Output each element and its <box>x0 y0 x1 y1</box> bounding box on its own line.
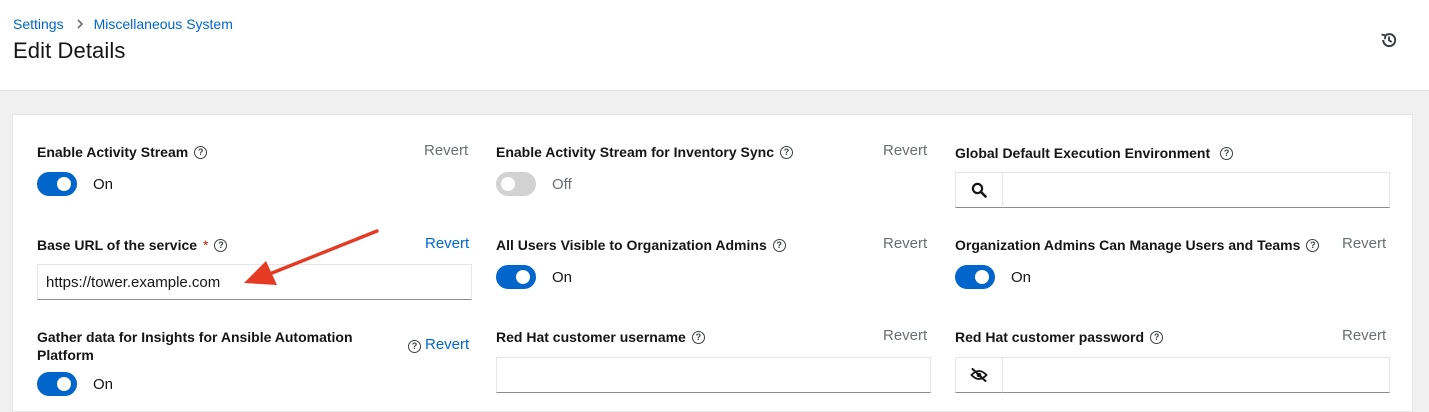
toggle-switch[interactable] <box>37 372 77 396</box>
revert-rh-password[interactable]: Revert <box>1342 327 1386 344</box>
field-label-org-admins-manage: Organization Admins Can Manage Users and… <box>955 236 1320 254</box>
history-icon <box>1381 33 1397 48</box>
settings-form-card: Enable Activity Stream ? Revert On Enabl… <box>12 114 1413 412</box>
toggle-users-visible[interactable]: On <box>496 265 572 289</box>
breadcrumb-current-link[interactable]: Miscellaneous System <box>94 16 233 32</box>
revert-rh-username[interactable]: Revert <box>883 327 927 344</box>
toggle-state-label: On <box>552 268 573 286</box>
field-label-global-ee: Global Default Execution Environment ? <box>955 144 1234 162</box>
base-url-input[interactable]: https://tower.example.com <box>37 264 472 300</box>
field-label-base-url: Base URL of the service * ? <box>37 236 228 254</box>
rh-password-group <box>955 357 1390 393</box>
help-icon[interactable]: ? <box>691 330 705 344</box>
toggle-activity-stream-inventory[interactable]: Off <box>496 172 572 196</box>
revert-activity-stream-inventory[interactable]: Revert <box>883 142 927 159</box>
toggle-insights[interactable]: On <box>37 372 113 396</box>
rh-username-input[interactable] <box>496 357 931 393</box>
help-icon[interactable]: ? <box>194 145 208 159</box>
toggle-org-admins-manage[interactable]: On <box>955 265 1031 289</box>
toggle-switch[interactable] <box>955 265 995 289</box>
breadcrumb-settings-link[interactable]: Settings <box>13 16 64 32</box>
global-ee-input[interactable] <box>1003 172 1390 208</box>
rh-password-input[interactable] <box>1003 357 1390 393</box>
field-label-rh-username: Red Hat customer username ? <box>496 328 705 346</box>
field-label-insights: Gather data for Insights for Ansible Aut… <box>37 329 353 363</box>
toggle-switch[interactable] <box>496 265 536 289</box>
help-icon[interactable]: ? <box>1150 330 1164 344</box>
help-icon[interactable]: ? <box>1220 146 1234 160</box>
toggle-state-label: On <box>1011 268 1032 286</box>
help-icon[interactable]: ? <box>772 238 786 252</box>
help-icon[interactable]: ? <box>1306 238 1320 252</box>
field-label-users-visible: All Users Visible to Organization Admins… <box>496 236 786 254</box>
revert-activity-stream[interactable]: Revert <box>424 142 468 159</box>
required-indicator: * <box>203 237 209 253</box>
toggle-state-label: On <box>93 375 114 393</box>
field-label-activity-stream-inventory: Enable Activity Stream for Inventory Syn… <box>496 143 794 161</box>
revert-insights[interactable]: Revert <box>425 336 469 353</box>
toggle-switch[interactable] <box>496 172 536 196</box>
search-button[interactable] <box>955 172 1003 208</box>
field-label-rh-password: Red Hat customer password ? <box>955 328 1164 346</box>
page-title: Edit Details <box>13 38 126 63</box>
help-icon[interactable]: ? <box>408 340 421 353</box>
toggle-state-label: On <box>93 175 114 193</box>
help-icon[interactable]: ? <box>780 145 794 159</box>
toggle-state-label: Off <box>552 175 572 193</box>
page-header: Settings Miscellaneous System Edit Detai… <box>0 0 1429 91</box>
chevron-right-icon <box>76 17 84 32</box>
help-icon[interactable]: ? <box>214 238 228 252</box>
revert-base-url[interactable]: Revert <box>425 235 469 252</box>
field-label-activity-stream: Enable Activity Stream ? <box>37 143 208 161</box>
global-ee-lookup <box>955 172 1390 208</box>
search-icon <box>971 182 987 198</box>
toggle-switch[interactable] <box>37 172 77 196</box>
toggle-password-visibility-button[interactable] <box>955 357 1003 393</box>
toggle-activity-stream[interactable]: On <box>37 172 113 196</box>
revert-org-admins-manage[interactable]: Revert <box>1342 235 1386 252</box>
eye-slash-icon <box>970 368 988 382</box>
history-button[interactable] <box>1378 29 1400 51</box>
revert-users-visible[interactable]: Revert <box>883 235 927 252</box>
breadcrumb: Settings Miscellaneous System <box>13 16 233 32</box>
